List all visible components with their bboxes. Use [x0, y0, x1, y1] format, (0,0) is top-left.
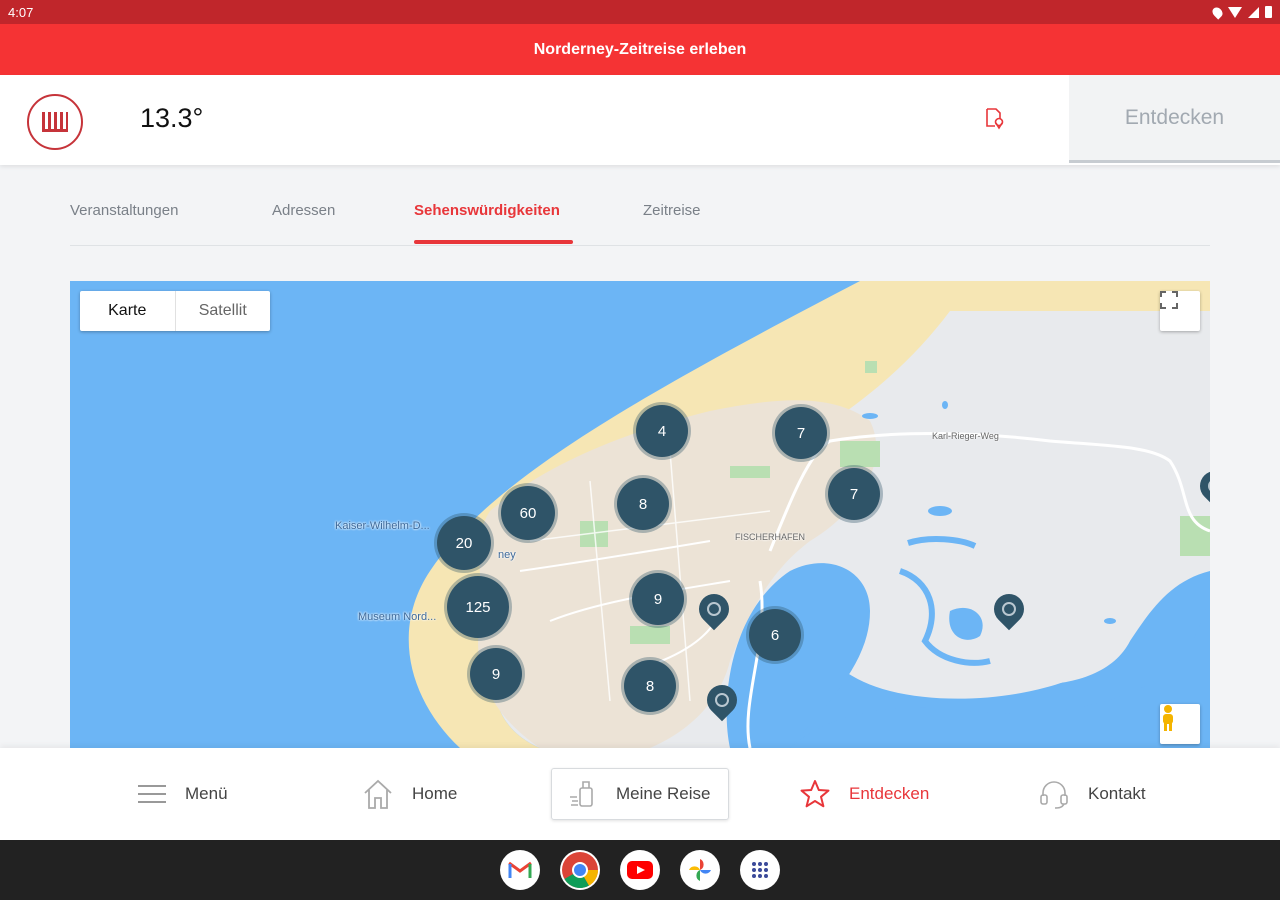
temperature: 13.3° — [140, 103, 204, 133]
signal-icon — [1248, 6, 1259, 18]
fullscreen-button[interactable] — [1160, 291, 1200, 331]
star-icon — [800, 780, 830, 808]
app-launcher-icon[interactable] — [740, 850, 780, 890]
tab-veranstaltungen[interactable]: Veranstaltungen — [70, 202, 178, 219]
map[interactable]: Kaiser-Wilhelm-D... Museum Nord... ney F… — [70, 281, 1210, 748]
map-label: Karl-Rieger-Weg — [932, 431, 999, 441]
home-icon — [364, 779, 392, 809]
map-cluster[interactable]: 7 — [828, 468, 880, 520]
map-cluster[interactable]: 8 — [617, 478, 669, 530]
youtube-icon[interactable] — [620, 850, 660, 890]
nav-meine-reise-label: Meine Reise — [616, 784, 711, 803]
map-cluster[interactable]: 60 — [501, 486, 555, 540]
chrome-icon[interactable] — [560, 850, 600, 890]
system-taskbar — [0, 840, 1280, 900]
location-icon — [1210, 4, 1225, 20]
map-cluster[interactable]: 7 — [775, 407, 827, 459]
map-label: FISCHERHAFEN — [735, 532, 806, 542]
map-label: Museum Nord... — [358, 611, 437, 623]
status-time: 4:07 — [8, 4, 34, 20]
category-tabs: Veranstaltungen Adressen Sehenswürdigkei… — [70, 190, 1210, 246]
nav-kontakt-label: Kontakt — [1088, 784, 1146, 803]
tab-adressen[interactable]: Adressen — [272, 202, 335, 219]
pegman-icon — [1163, 705, 1173, 731]
map-label: ney — [498, 549, 516, 561]
nav-entdecken-label: Entdecken — [849, 784, 930, 803]
bottom-navigation: Menü Home Meine Reise Entdecken Kontakt — [0, 748, 1280, 840]
norderney-logo-icon[interactable] — [27, 94, 83, 150]
banner-title: Norderney-Zeitreise erleben — [533, 40, 747, 58]
nav-entdecken[interactable]: Entdecken — [799, 768, 929, 820]
hamburger-menu-icon — [138, 785, 166, 803]
tab-zeitreise[interactable]: Zeitreise — [643, 202, 701, 219]
map-type-karte-button[interactable]: Karte — [80, 291, 176, 331]
headset-icon — [1040, 781, 1068, 809]
street-view-pegman[interactable] — [1160, 704, 1200, 744]
nav-kontakt[interactable]: Kontakt — [1038, 768, 1146, 820]
map-cluster[interactable]: 9 — [632, 573, 684, 625]
gmail-icon[interactable] — [500, 850, 540, 890]
map-cluster[interactable]: 6 — [749, 609, 801, 661]
battery-icon — [1265, 6, 1272, 18]
fullscreen-icon — [1160, 291, 1178, 309]
nav-menu-label: Menü — [185, 784, 228, 803]
wifi-icon — [1228, 6, 1242, 18]
map-label: Kaiser-Wilhelm-D... — [335, 520, 430, 532]
status-bar: 4:07 — [0, 0, 1280, 24]
map-type-control: Karte Satellit — [80, 291, 270, 331]
nav-home-label: Home — [412, 784, 458, 803]
photos-icon[interactable] — [680, 850, 720, 890]
map-cluster[interactable]: 8 — [624, 660, 676, 712]
nav-meine-reise[interactable]: Meine Reise — [551, 768, 729, 820]
nav-menu[interactable]: Menü — [137, 768, 228, 820]
nav-home[interactable]: Home — [362, 768, 457, 820]
promo-banner[interactable]: Norderney-Zeitreise erleben — [0, 24, 1280, 75]
map-cluster[interactable]: 125 — [447, 576, 509, 638]
map-cluster[interactable]: 9 — [470, 648, 522, 700]
tab-sehenswuerdigkeiten[interactable]: Sehenswürdigkeiten — [414, 202, 560, 219]
header-tab-entdecken[interactable]: Entdecken — [1069, 75, 1280, 163]
header-tab-label: Entdecken — [1124, 105, 1225, 129]
map-cluster[interactable]: 4 — [636, 405, 688, 457]
active-tab-indicator — [414, 240, 573, 244]
luggage-icon — [570, 781, 593, 807]
map-type-satellit-button[interactable]: Satellit — [176, 291, 271, 331]
document-location-icon[interactable] — [982, 106, 1006, 130]
map-cluster[interactable]: 20 — [437, 516, 491, 570]
